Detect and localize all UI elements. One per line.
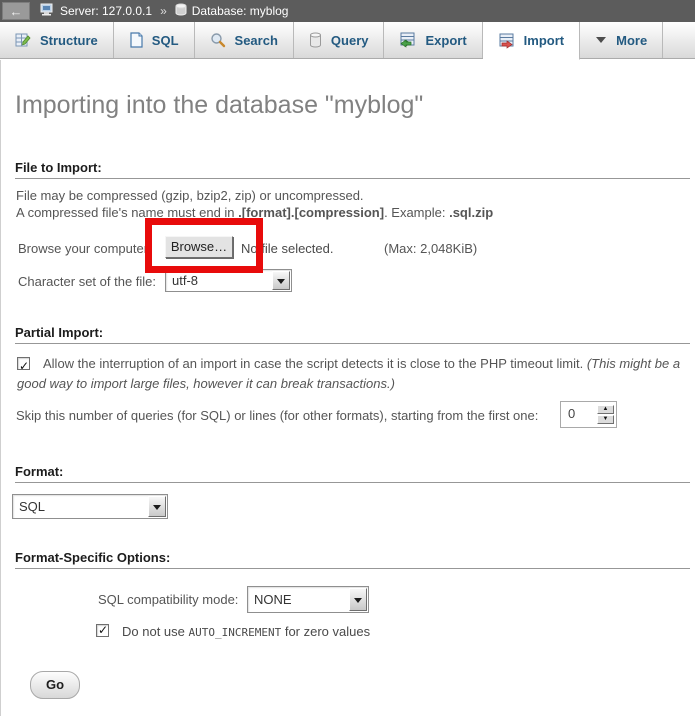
tab-label: Query xyxy=(331,33,369,48)
search-icon xyxy=(210,32,226,48)
tab-import[interactable]: Import xyxy=(483,22,580,60)
charset-select[interactable]: utf-8 xyxy=(165,269,292,292)
breadcrumb: Server: 127.0.0.1 » Database: myblog xyxy=(40,3,288,19)
breadcrumb-server[interactable]: Server: 127.0.0.1 xyxy=(60,4,152,18)
sql-compat-select[interactable]: NONE xyxy=(247,586,369,613)
chevron-down-icon xyxy=(595,36,607,44)
tab-label: Export xyxy=(425,33,466,48)
tab-sql[interactable]: SQL xyxy=(114,22,195,58)
no-file-selected-text: No file selected. xyxy=(241,241,334,256)
max-size-text: (Max: 2,048KiB) xyxy=(384,241,477,256)
format-select-value: SQL xyxy=(13,499,147,514)
skip-queries-value: 0 xyxy=(563,404,597,425)
sql-compat-select-value: NONE xyxy=(248,592,348,607)
sql-compat-label: SQL compatibility mode: xyxy=(98,592,238,607)
spinner-up-button[interactable]: ▲ xyxy=(597,405,614,414)
tab-more[interactable]: More xyxy=(580,22,663,58)
export-icon xyxy=(399,32,416,48)
browse-button[interactable]: Browse… xyxy=(165,236,233,258)
breadcrumb-separator: » xyxy=(160,4,167,18)
breadcrumb-database[interactable]: Database: myblog xyxy=(192,4,289,18)
allow-interruption-checkbox[interactable] xyxy=(17,357,30,370)
query-icon xyxy=(309,32,322,48)
spinner-down-button[interactable]: ▼ xyxy=(597,415,614,424)
tab-label: Structure xyxy=(40,33,98,48)
server-icon xyxy=(40,3,55,19)
tab-label: More xyxy=(616,33,647,48)
charset-label: Character set of the file: xyxy=(18,274,156,289)
allow-interruption-row: Allow the interruption of an import in c… xyxy=(17,354,681,394)
auto-increment-label: Do not use AUTO_INCREMENT for zero value… xyxy=(122,624,370,639)
chevron-down-icon[interactable] xyxy=(349,588,367,611)
page-title: Importing into the database "myblog" xyxy=(15,91,423,120)
tab-export[interactable]: Export xyxy=(384,22,482,58)
section-partial-import: Partial Import: xyxy=(15,325,690,344)
tab-query[interactable]: Query xyxy=(294,22,385,58)
section-format: Format: xyxy=(15,464,690,483)
tab-label: Import xyxy=(524,33,564,48)
go-button[interactable]: Go xyxy=(30,671,80,699)
skip-queries-spinner[interactable]: 0 ▲ ▼ xyxy=(560,401,617,428)
chevron-down-icon[interactable] xyxy=(272,271,290,290)
compression-help-text: File may be compressed (gzip, bzip2, zip… xyxy=(16,187,493,221)
charset-select-value: utf-8 xyxy=(166,273,271,288)
browse-label: Browse your computer: xyxy=(18,241,152,256)
format-select[interactable]: SQL xyxy=(12,494,168,519)
tab-bar: Structure SQL Search Query Export xyxy=(0,22,695,59)
breadcrumb-bar: ← Server: 127.0.0.1 » Database: myblog xyxy=(0,0,695,22)
structure-icon xyxy=(15,32,31,48)
back-button[interactable]: ← xyxy=(2,2,30,20)
auto-increment-checkbox[interactable] xyxy=(96,624,109,637)
database-icon xyxy=(175,3,187,19)
tab-search[interactable]: Search xyxy=(195,22,294,58)
sql-icon xyxy=(129,32,143,48)
import-icon xyxy=(498,33,515,49)
phpmyadmin-import-page: ← Server: 127.0.0.1 » Database: myblog S… xyxy=(0,0,695,716)
tab-structure[interactable]: Structure xyxy=(0,22,114,58)
section-file-to-import: File to Import: xyxy=(15,160,690,179)
tab-label: SQL xyxy=(152,33,179,48)
skip-queries-label: Skip this number of queries (for SQL) or… xyxy=(16,408,538,423)
chevron-down-icon[interactable] xyxy=(148,496,166,517)
section-format-specific-options: Format-Specific Options: xyxy=(15,550,690,569)
tab-label: Search xyxy=(235,33,278,48)
